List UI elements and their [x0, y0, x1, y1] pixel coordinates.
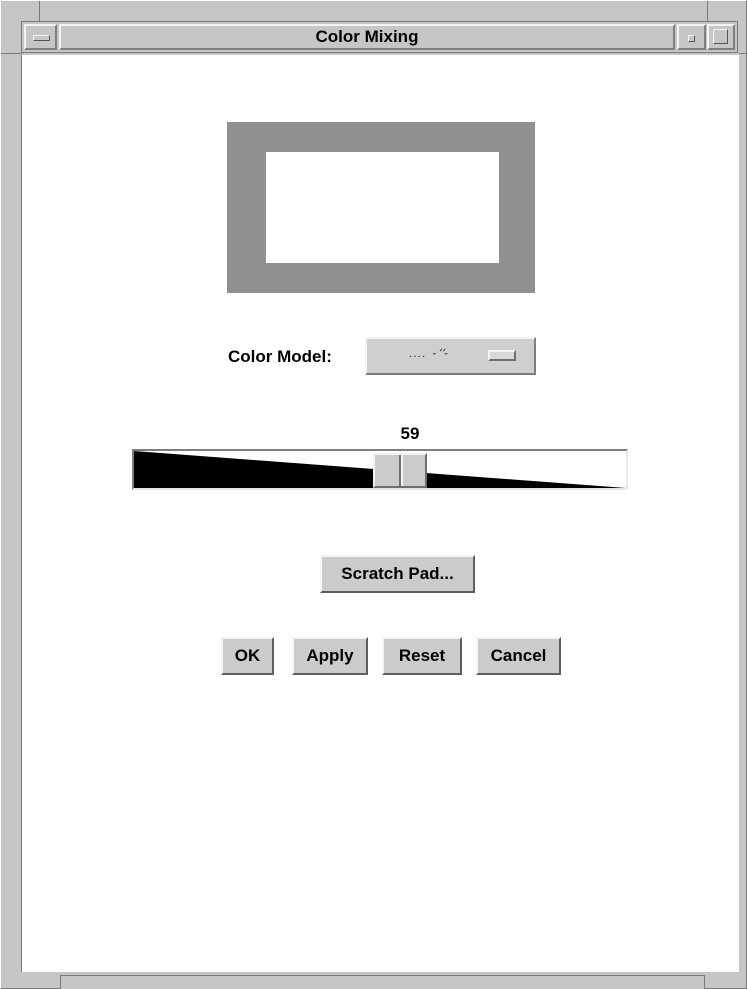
window-bottom-border — [60, 975, 705, 989]
color-swatch-border — [227, 122, 535, 293]
frame-corner-mark — [707, 1, 708, 22]
apply-button[interactable]: Apply — [292, 637, 368, 675]
frame-corner-mark — [39, 1, 40, 22]
window-menu-button[interactable] — [24, 24, 57, 50]
color-model-value: .... -''- — [407, 346, 453, 360]
minimize-button[interactable] — [677, 24, 706, 50]
ok-button[interactable]: OK — [221, 637, 274, 675]
color-swatch-preview — [266, 152, 499, 263]
window-title[interactable]: Color Mixing — [59, 24, 675, 50]
slider-thumb-divider — [399, 455, 403, 486]
minimize-icon — [688, 35, 695, 42]
slider-thumb[interactable] — [373, 453, 427, 488]
color-model-menu[interactable]: .... -''- — [365, 337, 536, 375]
maximize-icon — [713, 29, 728, 44]
scratch-pad-button[interactable]: Scratch Pad... — [320, 555, 475, 593]
maximize-button[interactable] — [707, 24, 735, 50]
reset-button[interactable]: Reset — [382, 637, 462, 675]
title-bar[interactable]: Color Mixing — [21, 21, 738, 53]
color-model-label: Color Model: — [228, 347, 332, 366]
option-menu-indicator-icon — [488, 350, 516, 361]
cancel-button[interactable]: Cancel — [476, 637, 561, 675]
frame-corner-mark — [1, 53, 22, 54]
intensity-slider[interactable] — [132, 449, 628, 490]
slider-value: 59 — [400, 424, 420, 443]
frame-corner-mark — [739, 53, 747, 54]
window-menu-icon — [33, 35, 50, 41]
